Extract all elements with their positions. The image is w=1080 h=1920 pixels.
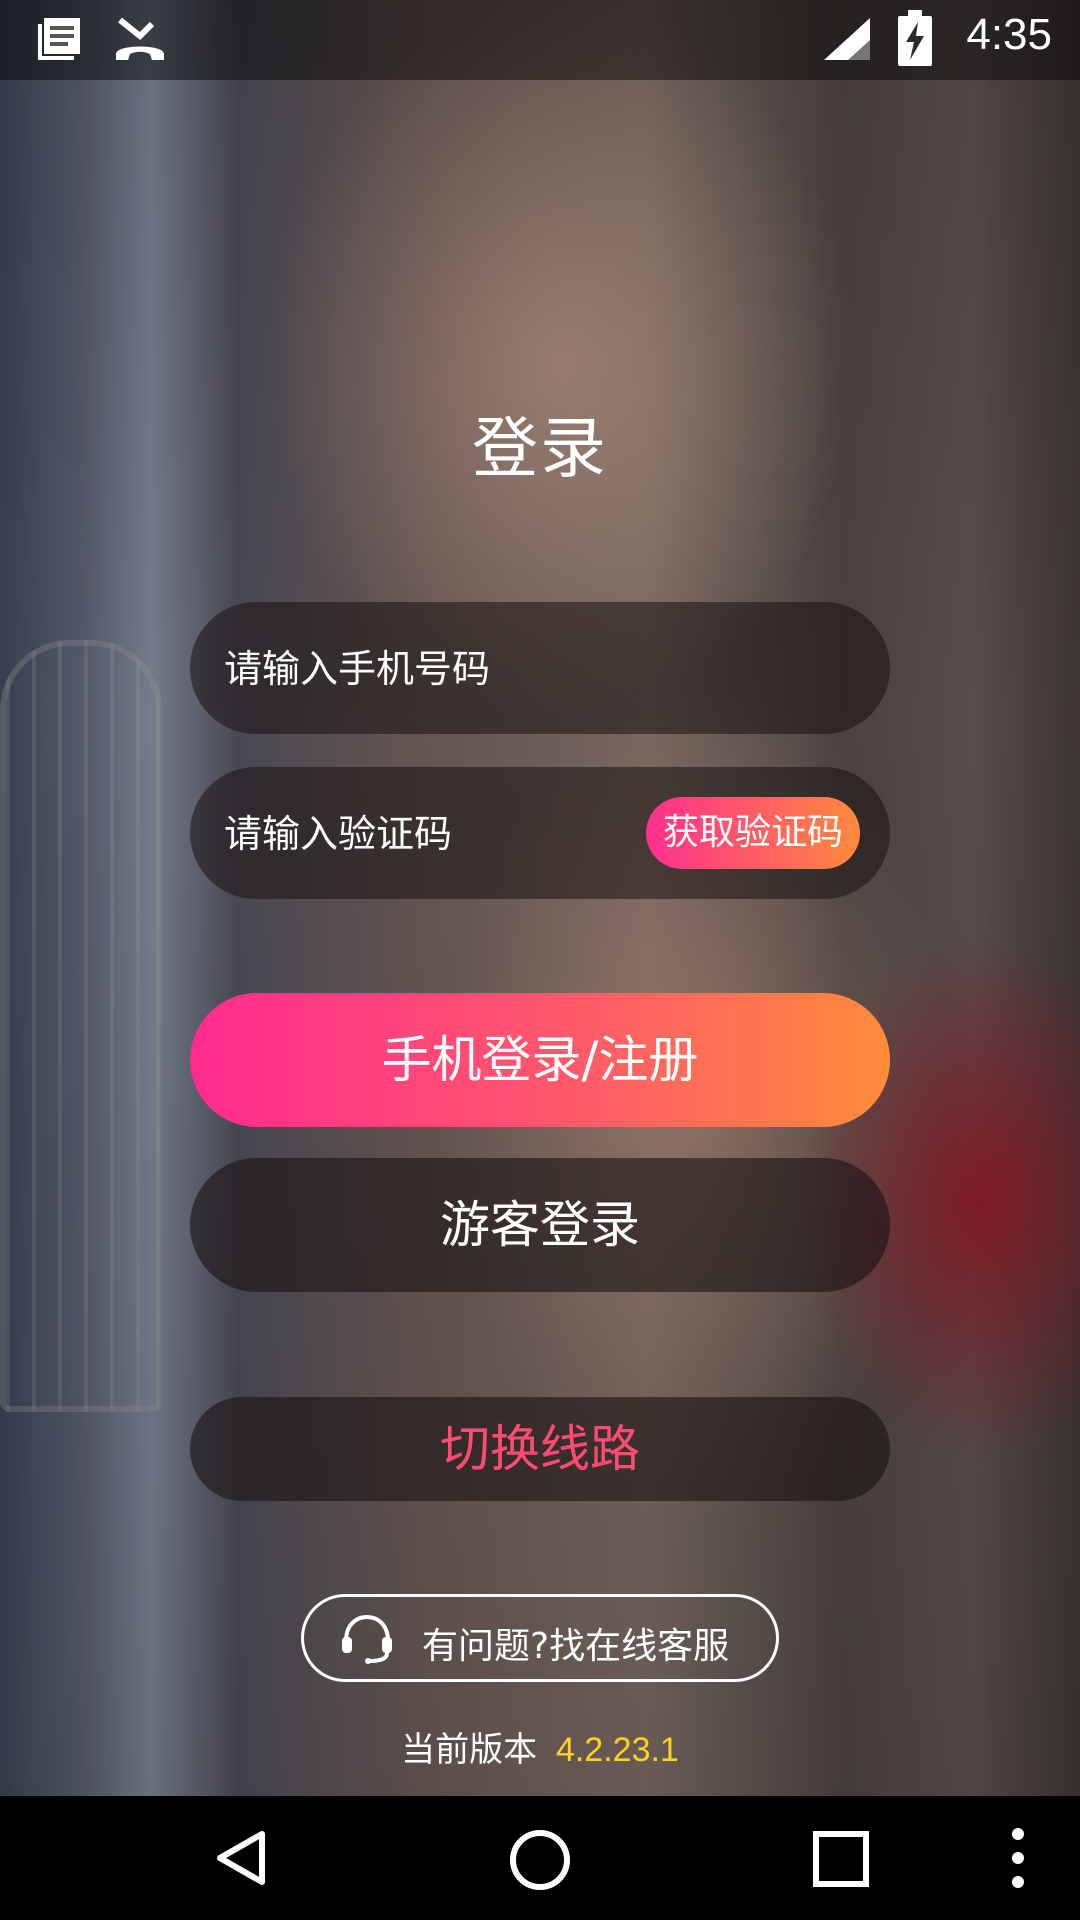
status-bar: 4:35	[0, 0, 1080, 80]
login-screen: 4:35 登录 获取验证码 手机登录/注册 游客登录 切换线路 有问题?找在线客…	[0, 0, 1080, 1920]
guest-login-button[interactable]: 游客登录	[190, 1158, 890, 1292]
online-support-button[interactable]: 有问题?找在线客服	[301, 1594, 779, 1682]
headset-icon	[338, 1613, 396, 1674]
verification-code-input[interactable]	[222, 767, 646, 901]
more-icon[interactable]	[1008, 1826, 1028, 1894]
missed-call-icon	[112, 14, 168, 68]
back-icon[interactable]	[212, 1828, 272, 1892]
notification-icon	[36, 14, 86, 68]
version-label: 当前版本	[401, 1730, 538, 1770]
support-label: 有问题?找在线客服	[422, 1626, 730, 1667]
navigation-bar	[0, 1796, 1080, 1920]
page-title: 登录	[472, 410, 608, 487]
phone-field[interactable]	[190, 602, 890, 736]
switch-route-button[interactable]: 切换线路	[190, 1397, 890, 1501]
get-code-button[interactable]: 获取验证码	[646, 797, 860, 869]
code-field[interactable]: 获取验证码	[190, 767, 890, 901]
home-icon[interactable]	[508, 1828, 572, 1896]
version-info: 当前版本 4.2.23.1	[0, 1722, 1080, 1771]
phone-login-button[interactable]: 手机登录/注册	[190, 993, 890, 1127]
battery-charging-icon	[898, 10, 932, 70]
signal-icon	[822, 16, 872, 66]
status-time: 4:35	[966, 10, 1052, 59]
recents-icon[interactable]	[812, 1830, 870, 1892]
phone-input[interactable]	[222, 602, 786, 736]
version-number: 4.2.23.1	[555, 1731, 679, 1769]
